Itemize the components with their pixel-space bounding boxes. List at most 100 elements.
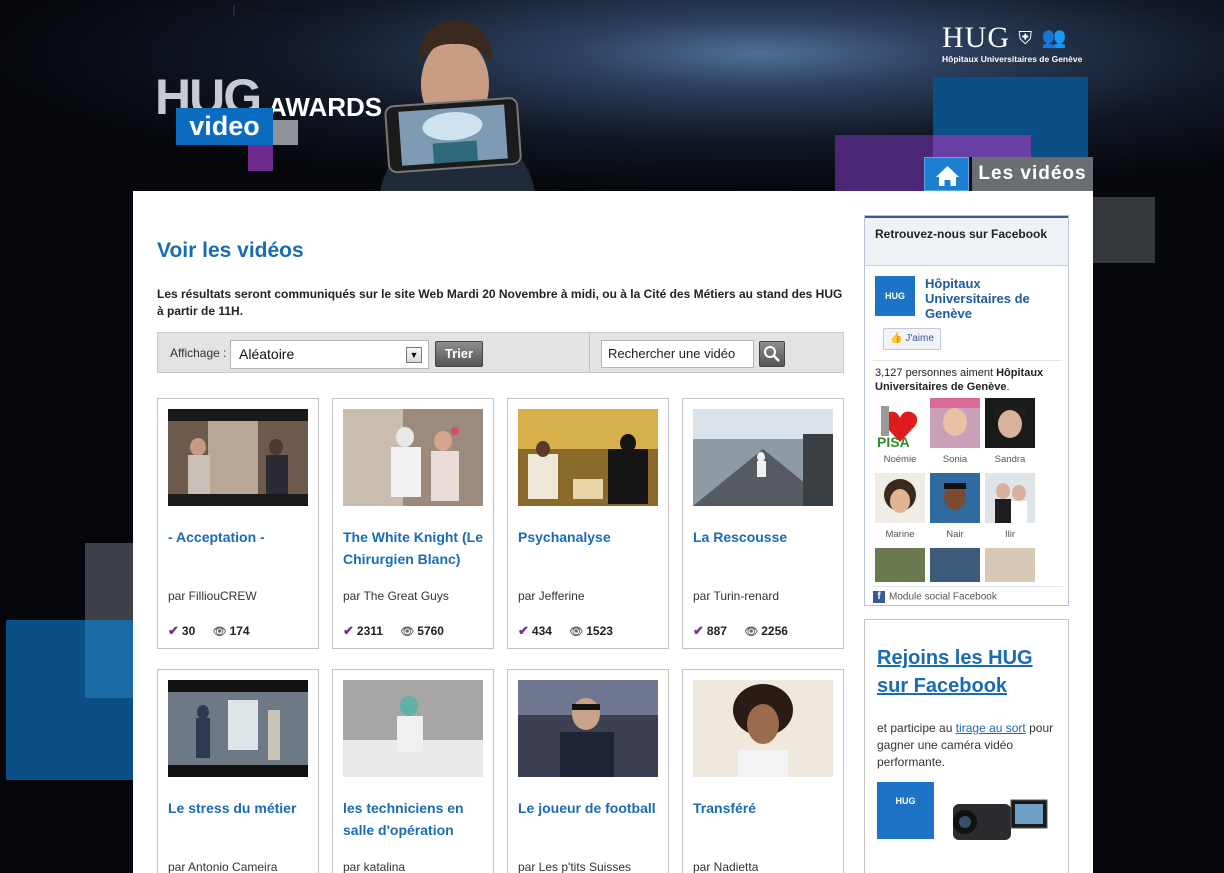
fan-avatar[interactable] <box>985 398 1035 448</box>
video-thumbnail[interactable] <box>343 680 483 777</box>
video-author: par Antonio Cameira <box>168 860 278 873</box>
video-title[interactable]: The White Knight (Le Chirurgien Blanc) <box>343 526 488 570</box>
facebook-like-button[interactable]: 👍 J'aime <box>883 328 941 350</box>
thumbs-up-icon: 👍 <box>890 333 903 344</box>
video-thumbnail[interactable] <box>518 409 658 506</box>
fan-name: Marine <box>885 529 915 540</box>
video-stats: ✔ 887 👁 2256 <box>693 623 788 639</box>
filter-toolbar: Affichage : Aléatoire ▼ Trier Rechercher… <box>157 332 844 373</box>
video-card[interactable]: les techniciens en salle d'opération par… <box>332 669 494 873</box>
logo-purple-square <box>248 145 273 171</box>
video-card[interactable]: - Acceptation - par FilliouCREW ✔ 30 👁 174 <box>157 398 319 649</box>
fan-avatar[interactable] <box>930 473 980 523</box>
video-thumbnail[interactable] <box>518 680 658 777</box>
chevron-down-icon: ▼ <box>406 347 422 363</box>
promo-hug-logo: HUG <box>877 782 934 839</box>
fan-name: Ilir <box>1004 529 1016 540</box>
video-title[interactable]: Le joueur de football <box>518 797 663 819</box>
video-card[interactable]: Transféré par Nadietta <box>682 669 844 873</box>
video-thumbnail[interactable] <box>168 680 308 777</box>
fan-avatar[interactable] <box>985 473 1035 523</box>
toolbar-divider <box>589 333 590 372</box>
video-author: par Turin-renard <box>693 589 780 603</box>
fan-avatar[interactable] <box>875 548 925 582</box>
fan-avatar[interactable] <box>985 548 1035 582</box>
page-title: Voir les vidéos <box>157 239 304 262</box>
video-card[interactable]: Psychanalyse par Jefferine ✔ 434 👁 1523 <box>507 398 669 649</box>
facebook-page-logo[interactable]: HUG <box>875 276 915 316</box>
fan-count-suffix: . <box>1006 381 1010 393</box>
video-title[interactable]: Le stress du métier <box>168 797 313 819</box>
facebook-footer-label[interactable]: Module social Facebook <box>889 592 997 603</box>
video-title[interactable]: les techniciens en salle d'opération <box>343 797 488 841</box>
top-link-2[interactable]: Lorem ipsum <box>243 4 307 16</box>
results-notice: Les résultats seront communiqués sur le … <box>157 287 843 318</box>
home-icon <box>936 166 959 186</box>
facebook-page-name[interactable]: Hôpitaux Universitaires de Genève <box>925 276 1065 321</box>
video-views: 1523 <box>586 624 613 638</box>
eye-icon: 👁 <box>569 626 584 638</box>
video-views: 174 <box>229 624 250 638</box>
video-thumbnail[interactable] <box>693 409 833 506</box>
fan-name: Sonia <box>942 454 968 465</box>
geneva-crest-icon: ⛨ <box>1018 28 1033 48</box>
hug-brand-logo[interactable]: HUG ⛨ 👥 Hôpitaux Universitaires de Genèv… <box>942 21 1082 65</box>
fan-avatar[interactable]: PISA <box>875 398 925 450</box>
video-card[interactable]: The White Knight (Le Chirurgien Blanc) p… <box>332 398 494 649</box>
video-card[interactable]: Le stress du métier par Antonio Cameira <box>157 669 319 873</box>
video-card[interactable]: La Rescousse par Turin-renard ✔ 887 👁 2256 <box>682 398 844 649</box>
video-card[interactable]: Le joueur de football par Les p'tits Sui… <box>507 669 669 873</box>
video-thumbnail[interactable] <box>343 409 483 506</box>
promo-text: et participe au tirage au sort pour gagn… <box>877 720 1062 771</box>
video-thumbnail[interactable] <box>168 409 308 506</box>
video-author: par Nadietta <box>693 860 759 873</box>
fan-avatar[interactable] <box>875 473 925 523</box>
brand-name: HUG <box>942 21 1010 54</box>
facebook-icon: f <box>873 591 885 603</box>
top-links: Lorem ipsum texte | Lorem ipsum <box>134 4 308 16</box>
search-input[interactable]: Rechercher une vidéo <box>601 340 754 368</box>
video-thumbnail[interactable] <box>693 680 833 777</box>
promo-title[interactable]: Rejoins les HUG sur Facebook <box>877 644 1062 700</box>
search-icon <box>764 346 780 362</box>
nav-home-button[interactable] <box>924 157 969 191</box>
video-votes: 887 <box>706 624 727 638</box>
facebook-box-heading: Retrouvez-nous sur Facebook <box>865 216 1068 266</box>
eye-icon: 👁 <box>744 626 759 638</box>
display-select[interactable]: Aléatoire ▼ <box>230 340 429 369</box>
people-icon: 👥 <box>1041 27 1068 49</box>
video-votes: 2311 <box>356 624 383 638</box>
video-author: par Jefferine <box>518 589 585 603</box>
fan-name: Nair <box>946 529 964 540</box>
video-title[interactable]: Transféré <box>693 797 838 819</box>
search-button[interactable] <box>759 341 785 367</box>
video-title[interactable]: Psychanalyse <box>518 526 663 548</box>
svg-text:PISA: PISA <box>877 434 910 448</box>
promo-link[interactable]: tirage au sort <box>956 721 1026 735</box>
video-stats: ✔ 2311 👁 5760 <box>343 623 444 639</box>
logo-grey-square <box>273 120 298 145</box>
header-person-illustration <box>380 20 535 191</box>
fan-avatar[interactable] <box>930 548 980 582</box>
video-votes: 30 <box>181 624 196 638</box>
fan-count-prefix: 3,127 personnes aiment <box>875 367 997 379</box>
video-title[interactable]: - Acceptation - <box>168 526 313 548</box>
facebook-promo-box: Rejoins les HUG sur Facebook et particip… <box>864 619 1069 873</box>
top-link-1[interactable]: Lorem ipsum texte <box>134 4 224 16</box>
nav-videos-tab[interactable]: Les vidéos <box>972 157 1093 191</box>
header-square-purple <box>835 135 933 191</box>
vote-check-icon: ✔ <box>518 623 529 638</box>
vote-check-icon: ✔ <box>168 623 179 638</box>
facebook-module-footer: f Module social Facebook <box>873 586 1063 603</box>
video-title[interactable]: La Rescousse <box>693 526 838 548</box>
display-select-value: Aléatoire <box>239 346 295 362</box>
facebook-divider <box>873 360 1061 361</box>
video-camera-icon <box>953 799 1048 840</box>
fan-avatar[interactable] <box>930 398 980 448</box>
facebook-like-label: J'aime <box>905 333 934 344</box>
vote-check-icon: ✔ <box>343 623 354 638</box>
sort-button[interactable]: Trier <box>435 341 483 367</box>
video-stats: ✔ 434 👁 1523 <box>518 623 613 639</box>
video-author: par The Great Guys <box>343 589 449 603</box>
display-label: Affichage : <box>170 346 227 360</box>
